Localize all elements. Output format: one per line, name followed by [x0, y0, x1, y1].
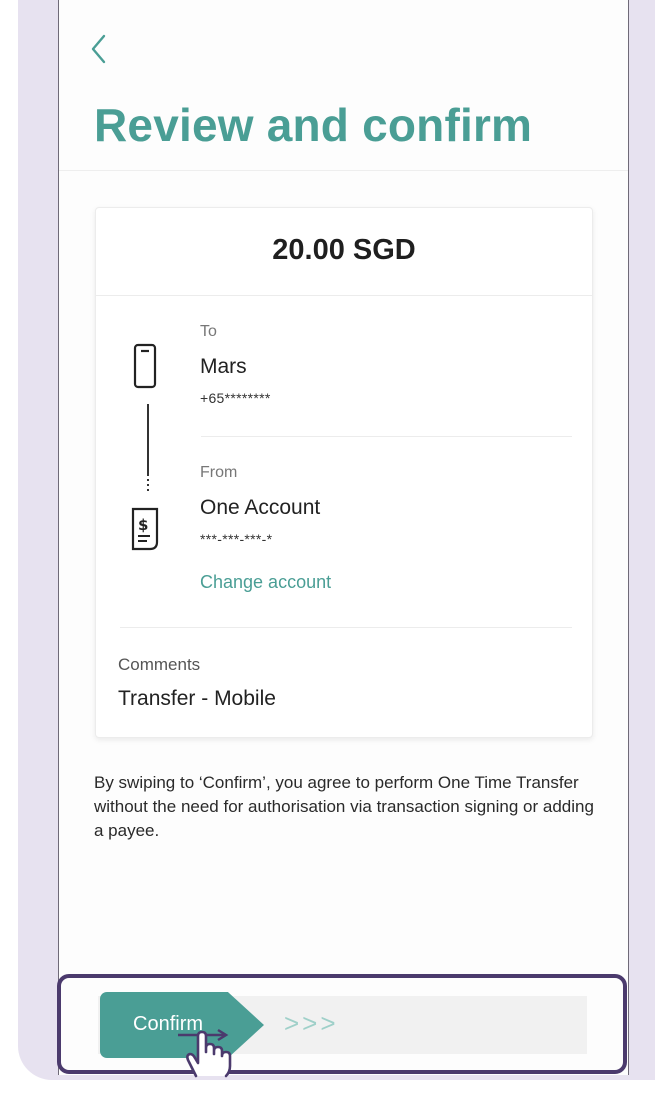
account-statement-icon: $: [131, 507, 159, 551]
app-screen: Review and confirm 20.00 SGD $ To Mars +…: [58, 0, 629, 1075]
to-label: To: [200, 323, 217, 340]
mobile-phone-icon: [133, 343, 157, 389]
from-label: From: [200, 464, 238, 481]
swipe-disclaimer: By swiping to ‘Confirm’, you agree to pe…: [94, 773, 594, 840]
comments-divider: [120, 627, 572, 628]
comments-label: Comments: [118, 655, 201, 674]
chevron-left-icon: [91, 34, 106, 64]
page-title: Review and confirm: [94, 99, 533, 151]
swipe-chevrons: >>>: [284, 1008, 339, 1038]
header-divider: [59, 170, 628, 171]
comments-value: Transfer - Mobile: [118, 687, 276, 710]
connector-line: [147, 404, 149, 494]
change-account-link[interactable]: Change account: [200, 572, 331, 593]
amount-divider: [96, 295, 592, 296]
recipient-number: +65********: [200, 390, 271, 406]
source-account-number: ***-***-***-*: [200, 531, 273, 547]
pointing-hand-icon: [186, 1030, 232, 1078]
transfer-amount: 20.00 SGD: [272, 234, 416, 266]
to-from-divider: [201, 436, 572, 437]
recipient-name: Mars: [200, 355, 247, 378]
svg-text:$: $: [138, 516, 148, 534]
back-button[interactable]: [86, 30, 112, 68]
source-account-name: One Account: [200, 496, 321, 519]
transfer-summary-card: 20.00 SGD $ To Mars +65******** From One…: [95, 207, 593, 738]
